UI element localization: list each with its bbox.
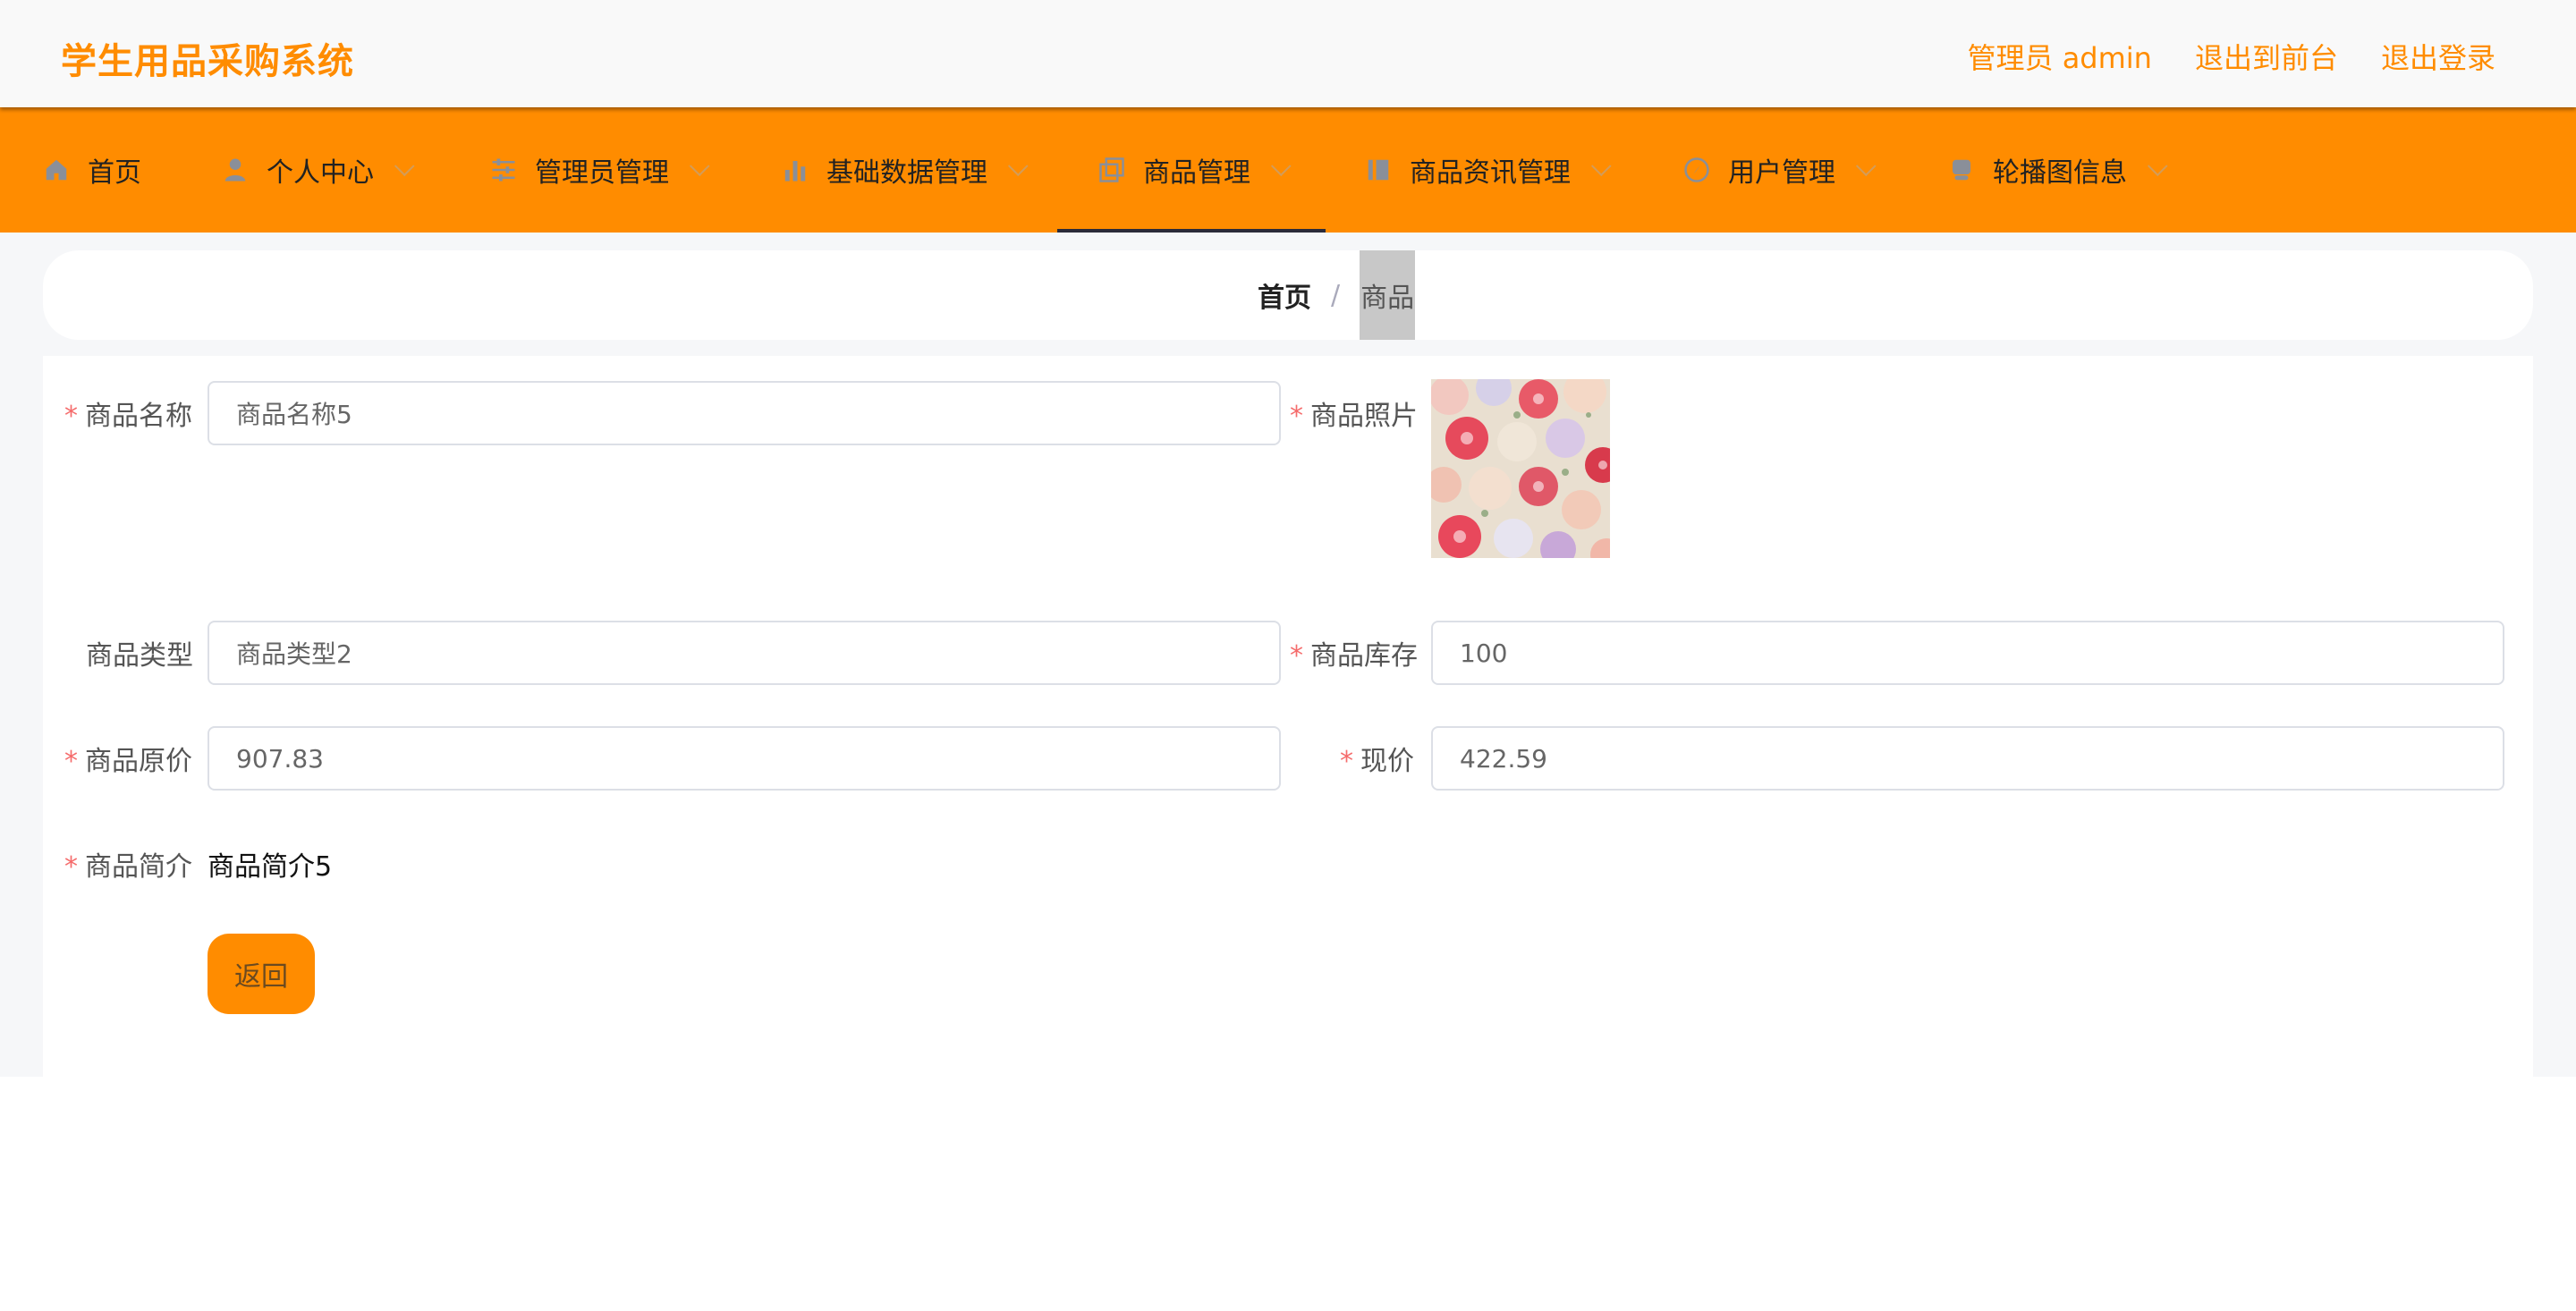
nav-label: 商品资讯管理 <box>1410 157 1571 189</box>
label-text: 商品库存 <box>1310 640 1418 672</box>
chevron-down-icon <box>1270 156 1292 177</box>
layers-icon <box>1953 159 1970 181</box>
current-price-field[interactable]: 422.59 <box>1431 726 2504 791</box>
required-mark: * <box>1340 746 1353 777</box>
original-price-value: 907.83 <box>236 743 324 774</box>
breadcrumb-home[interactable]: 首页 <box>1258 275 1311 315</box>
required-mark: * <box>1290 401 1303 432</box>
nav-label: 商品管理 <box>1143 157 1250 189</box>
breadcrumb-separator: / <box>1331 279 1341 311</box>
product-type-value: 商品类型2 <box>236 639 352 669</box>
original-price-label: * 商品原价 <box>64 739 192 778</box>
bar-chart-icon <box>784 161 806 182</box>
required-mark: * <box>64 401 78 432</box>
compass-icon <box>1684 157 1709 182</box>
nav-label: 用户管理 <box>1728 157 1835 189</box>
nav-label: 基础数据管理 <box>826 157 987 189</box>
chevron-down-icon <box>689 156 710 177</box>
product-detail-form: * 商品名称 商品名称5 * 商品照片 商品类型 商品类型2 * 商品库存 10… <box>43 356 2533 1077</box>
nav-item-product-management[interactable]: 商品管理 <box>1057 107 1326 233</box>
product-photo-label: * 商品照片 <box>1290 393 1418 433</box>
main-nav: 首页 个人中心 管理员管理 基础数据管理 商品管理 商品资讯管理 用户管理 轮播… <box>0 107 2576 233</box>
required-mark: * <box>64 851 78 883</box>
nav-item-home[interactable]: 首页 <box>43 107 141 233</box>
breadcrumb-card: 首页 / 商品 <box>43 250 2533 340</box>
nav-label: 首页 <box>88 157 141 189</box>
exit-to-front-link[interactable]: 退出到前台 <box>2195 36 2338 77</box>
chevron-down-icon <box>394 156 415 177</box>
user-icon <box>225 158 246 182</box>
nav-item-user-management[interactable]: 用户管理 <box>1683 107 1877 233</box>
back-button[interactable]: 返回 <box>208 934 315 1014</box>
product-type-field[interactable]: 商品类型2 <box>208 621 1281 685</box>
product-intro-value: 商品简介5 <box>208 851 333 883</box>
product-name-field[interactable]: 商品名称5 <box>208 381 1281 445</box>
breadcrumb-current: 商品 <box>1360 250 1416 340</box>
label-text: 商品名称 <box>85 401 192 432</box>
nav-label: 管理员管理 <box>535 157 669 189</box>
product-intro-label: * 商品简介 <box>64 844 192 884</box>
label-text: 商品照片 <box>1310 401 1418 432</box>
required-mark: * <box>64 746 78 777</box>
nav-item-basic-data[interactable]: 基础数据管理 <box>782 107 1029 233</box>
chevron-down-icon <box>1855 156 1877 177</box>
nav-item-personal-center[interactable]: 个人中心 <box>222 107 415 233</box>
nav-label: 个人中心 <box>267 157 374 189</box>
required-mark: * <box>1290 640 1303 672</box>
product-photo <box>1431 379 1610 558</box>
copy-icon <box>1099 157 1124 182</box>
product-stock-value: 100 <box>1460 638 1508 668</box>
label-text: 现价 <box>1360 746 1414 777</box>
product-stock-label: * 商品库存 <box>1290 633 1418 672</box>
chevron-down-icon <box>2147 156 2168 177</box>
product-name-value: 商品名称5 <box>236 400 352 429</box>
breadcrumb: 首页 / 商品 <box>1258 250 1416 340</box>
label-text: 商品简介 <box>85 851 192 883</box>
news-icon <box>1368 159 1389 181</box>
logout-link[interactable]: 退出登录 <box>2381 36 2496 77</box>
current-price-label: * 现价 <box>1340 739 1414 778</box>
flowers-image <box>1431 379 1610 558</box>
product-stock-field[interactable]: 100 <box>1431 621 2504 685</box>
original-price-field[interactable]: 907.83 <box>208 726 1281 791</box>
sliders-icon <box>492 158 515 182</box>
nav-item-admin-management[interactable]: 管理员管理 <box>490 107 710 233</box>
header-links: 管理员 admin 退出到前台 退出登录 <box>1968 36 2496 77</box>
product-name-label: * 商品名称 <box>64 393 192 433</box>
nav-item-carousel-info[interactable]: 轮播图信息 <box>1948 107 2168 233</box>
admin-user-link[interactable]: 管理员 admin <box>1968 36 2152 77</box>
chevron-down-icon <box>1007 156 1029 177</box>
label-text: 商品类型 <box>86 640 193 672</box>
app-title: 学生用品采购系统 <box>61 41 354 82</box>
chevron-down-icon <box>1590 156 1612 177</box>
nav-item-product-news[interactable]: 商品资讯管理 <box>1365 107 1612 233</box>
top-header: 学生用品采购系统 管理员 admin 退出到前台 退出登录 <box>0 0 2576 107</box>
product-type-label: 商品类型 <box>86 633 193 672</box>
nav-label: 轮播图信息 <box>1993 157 2127 189</box>
label-text: 商品原价 <box>85 746 192 777</box>
home-icon <box>46 159 67 181</box>
current-price-value: 422.59 <box>1460 743 1547 774</box>
